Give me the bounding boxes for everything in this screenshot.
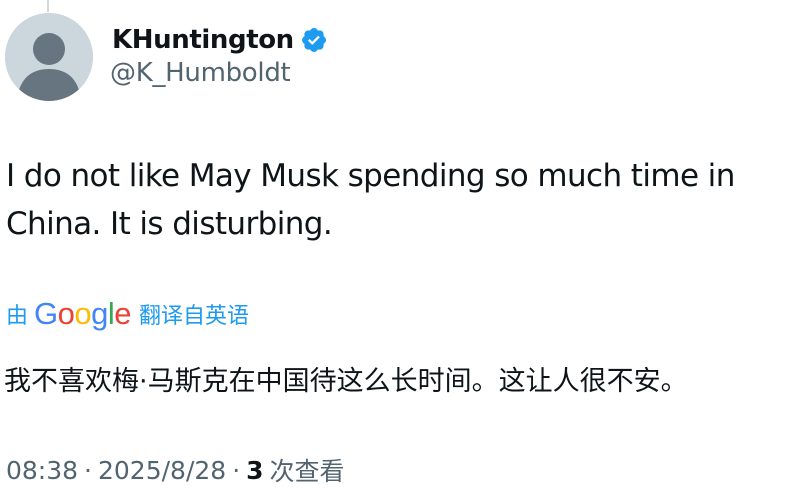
verified-badge-icon <box>301 28 326 52</box>
google-logo-letter: o <box>74 296 92 331</box>
author-handle[interactable]: @K_Humboldt <box>110 58 291 88</box>
tweet-meta: 08:38 · 2025/8/28 · 3 次查看 <box>6 450 345 490</box>
author-name-row[interactable]: KHuntington <box>112 20 328 60</box>
google-logo-letter: e <box>114 296 132 331</box>
avatar[interactable] <box>5 13 93 101</box>
tweet-date[interactable]: 2025/8/28 <box>98 456 226 485</box>
thread-connector-line <box>47 0 49 12</box>
meta-separator: · <box>232 455 241 485</box>
tweet-time[interactable]: 08:38 <box>6 456 78 485</box>
translation-suffix: 翻译自英语 <box>139 304 250 329</box>
tweet-text: I do not like May Musk spending so much … <box>6 158 735 242</box>
google-logo: Google <box>34 296 132 332</box>
meta-separator: · <box>84 455 92 485</box>
google-logo-letter: g <box>91 296 108 331</box>
translation-prefix: 由 <box>6 304 29 329</box>
tweet-card: KHuntington @K_Humboldt I do not like Ma… <box>0 0 792 501</box>
translated-tweet-text: 我不喜欢梅·马斯克在中国待这么长时间。这让人很不安。 <box>4 366 688 397</box>
author-display-name[interactable]: KHuntington <box>112 25 294 55</box>
translation-attribution[interactable]: 由 Google 翻译自英语 <box>6 294 249 334</box>
views-count: 3 <box>246 455 264 485</box>
google-logo-letter: G <box>34 296 58 331</box>
views-label: 次查看 <box>269 457 345 486</box>
google-logo-letter: o <box>57 296 75 331</box>
default-avatar-icon <box>5 13 93 101</box>
